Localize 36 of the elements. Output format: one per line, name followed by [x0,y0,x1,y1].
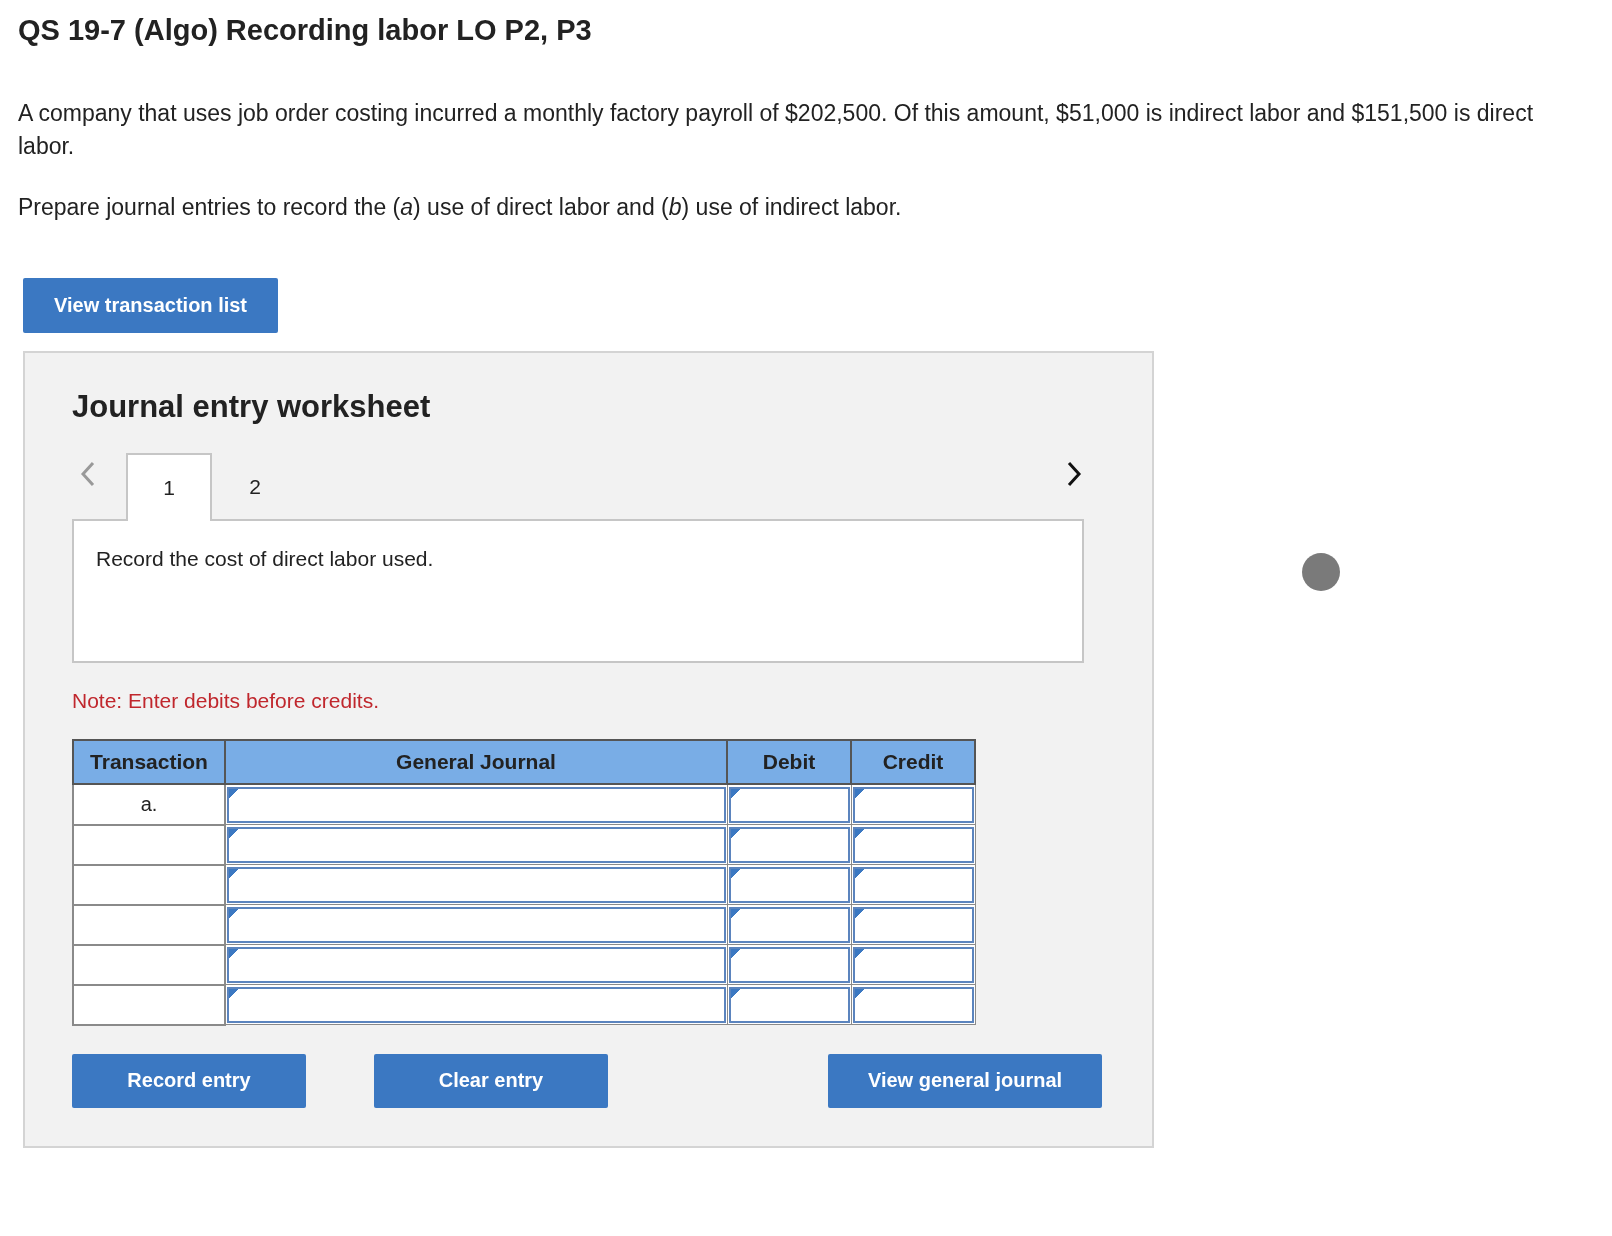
clear-entry-button[interactable]: Clear entry [374,1053,608,1108]
account-input[interactable] [227,906,726,943]
account-input[interactable] [227,946,726,983]
credit-input[interactable] [852,866,974,903]
worksheet-heading: Journal entry worksheet [72,389,431,425]
debit-input[interactable] [728,866,850,903]
credit-input[interactable] [852,986,974,1023]
page-tab[interactable]: 2 [212,453,298,521]
page-tab[interactable]: 1 [126,453,212,521]
credit-input[interactable] [852,786,974,823]
column-header: Credit [851,740,975,784]
circle-icon [1302,553,1340,591]
view-transaction-list-button[interactable]: View transaction list [23,278,279,333]
note-text: Note: Enter debits before credits. [72,689,379,713]
account-input[interactable] [227,826,726,863]
credit-input[interactable] [852,826,974,863]
debit-input[interactable] [728,946,850,983]
column-header: Transaction [73,740,225,784]
debit-input[interactable] [728,786,850,823]
credit-input[interactable] [852,906,974,943]
view-general-journal-button[interactable]: View general journal [828,1053,1102,1108]
instruction-text: Record the cost of direct labor used. [72,519,1084,663]
question-text: Prepare journal entries to record the (a) use of direct labor and (b) use of indirect labor. [18,193,903,222]
record-entry-button[interactable]: Record entry [72,1053,306,1108]
question-text: A company that uses job order costing incurred a monthly factory payroll of $202,500. Of this amount, $51,000 is indirect labor and $151,500 is direct labor. [18,99,1535,161]
credit-input[interactable] [852,946,974,983]
account-input[interactable] [227,786,726,823]
column-header: General Journal [225,740,727,784]
debit-input[interactable] [728,826,850,863]
account-input[interactable] [227,866,726,903]
transaction-cell: a. [73,784,225,825]
debit-input[interactable] [728,986,850,1023]
column-header: Debit [727,740,851,784]
question-title: QS 19-7 (Algo) Recording labor LO P2, P3 [18,14,592,47]
debit-input[interactable] [728,906,850,943]
account-input[interactable] [227,986,726,1023]
